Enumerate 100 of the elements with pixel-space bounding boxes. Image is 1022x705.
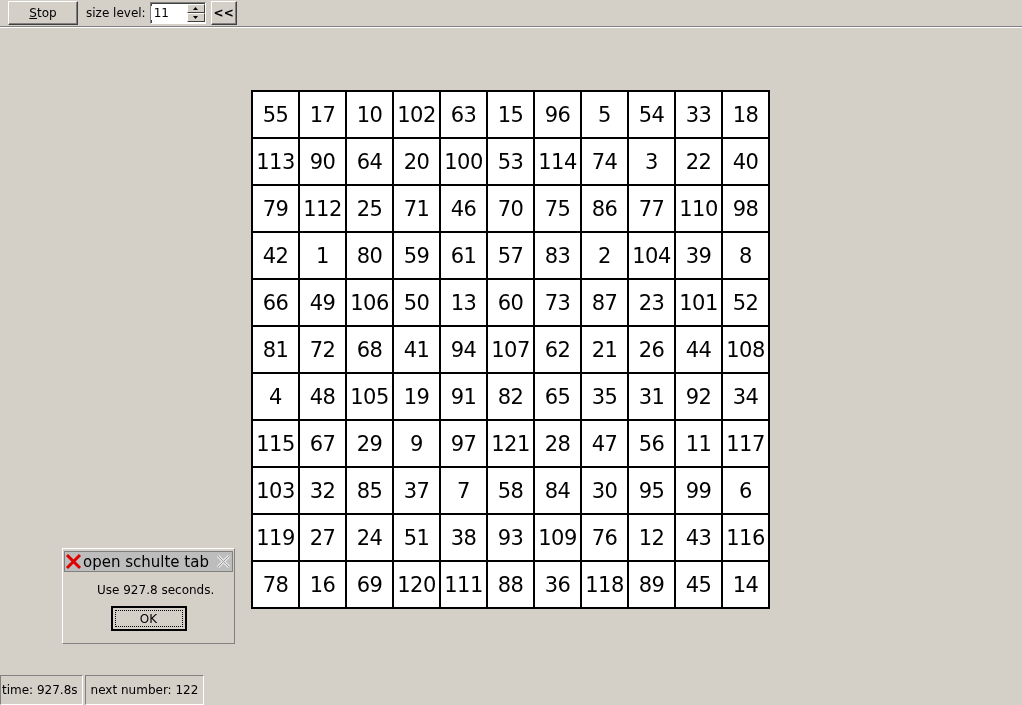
number-cell[interactable]: 2 <box>582 233 627 278</box>
number-cell[interactable]: 81 <box>253 327 298 372</box>
number-cell[interactable]: 31 <box>629 374 674 419</box>
number-cell[interactable]: 99 <box>676 468 721 513</box>
number-cell[interactable]: 68 <box>347 327 392 372</box>
number-cell[interactable]: 64 <box>347 139 392 184</box>
number-cell[interactable]: 40 <box>723 139 768 184</box>
number-cell[interactable]: 33 <box>676 92 721 137</box>
number-cell[interactable]: 100 <box>441 139 486 184</box>
number-cell[interactable]: 112 <box>300 186 345 231</box>
number-cell[interactable]: 66 <box>253 280 298 325</box>
number-cell[interactable]: 79 <box>253 186 298 231</box>
number-cell[interactable]: 105 <box>347 374 392 419</box>
number-cell[interactable]: 90 <box>300 139 345 184</box>
number-cell[interactable]: 8 <box>723 233 768 278</box>
number-cell[interactable]: 91 <box>441 374 486 419</box>
number-cell[interactable]: 103 <box>253 468 298 513</box>
number-cell[interactable]: 22 <box>676 139 721 184</box>
close-icon[interactable] <box>65 553 82 570</box>
size-level-spinbox[interactable]: 11 <box>149 2 206 24</box>
number-cell[interactable]: 41 <box>394 327 439 372</box>
number-cell[interactable]: 3 <box>629 139 674 184</box>
number-cell[interactable]: 16 <box>300 562 345 607</box>
number-cell[interactable]: 61 <box>441 233 486 278</box>
number-cell[interactable]: 5 <box>582 92 627 137</box>
number-cell[interactable]: 47 <box>582 421 627 466</box>
number-cell[interactable]: 118 <box>582 562 627 607</box>
up-arrow-icon[interactable] <box>193 7 199 10</box>
number-cell[interactable]: 13 <box>441 280 486 325</box>
number-cell[interactable]: 28 <box>535 421 580 466</box>
number-cell[interactable]: 94 <box>441 327 486 372</box>
number-cell[interactable]: 85 <box>347 468 392 513</box>
number-cell[interactable]: 78 <box>253 562 298 607</box>
number-cell[interactable]: 20 <box>394 139 439 184</box>
collapse-button[interactable]: << <box>210 1 237 25</box>
number-cell[interactable]: 18 <box>723 92 768 137</box>
number-cell[interactable]: 46 <box>441 186 486 231</box>
number-cell[interactable]: 4 <box>253 374 298 419</box>
number-cell[interactable]: 38 <box>441 515 486 560</box>
ok-button[interactable]: OK <box>110 606 187 631</box>
number-cell[interactable]: 50 <box>394 280 439 325</box>
number-cell[interactable]: 110 <box>676 186 721 231</box>
number-cell[interactable]: 101 <box>676 280 721 325</box>
number-cell[interactable]: 21 <box>582 327 627 372</box>
number-cell[interactable]: 53 <box>488 139 533 184</box>
number-cell[interactable]: 17 <box>300 92 345 137</box>
number-cell[interactable]: 11 <box>676 421 721 466</box>
number-cell[interactable]: 88 <box>488 562 533 607</box>
number-cell[interactable]: 71 <box>394 186 439 231</box>
number-cell[interactable]: 44 <box>676 327 721 372</box>
number-cell[interactable]: 120 <box>394 562 439 607</box>
number-cell[interactable]: 60 <box>488 280 533 325</box>
number-cell[interactable]: 75 <box>535 186 580 231</box>
number-cell[interactable]: 67 <box>300 421 345 466</box>
down-arrow-icon[interactable] <box>193 16 199 19</box>
number-cell[interactable]: 36 <box>535 562 580 607</box>
number-cell[interactable]: 116 <box>723 515 768 560</box>
number-cell[interactable]: 109 <box>535 515 580 560</box>
number-cell[interactable]: 6 <box>723 468 768 513</box>
number-cell[interactable]: 55 <box>253 92 298 137</box>
number-cell[interactable]: 48 <box>300 374 345 419</box>
number-cell[interactable]: 58 <box>488 468 533 513</box>
number-cell[interactable]: 108 <box>723 327 768 372</box>
number-cell[interactable]: 51 <box>394 515 439 560</box>
number-cell[interactable]: 82 <box>488 374 533 419</box>
number-cell[interactable]: 113 <box>253 139 298 184</box>
number-cell[interactable]: 114 <box>535 139 580 184</box>
number-cell[interactable]: 96 <box>535 92 580 137</box>
number-cell[interactable]: 10 <box>347 92 392 137</box>
number-cell[interactable]: 34 <box>723 374 768 419</box>
number-cell[interactable]: 32 <box>300 468 345 513</box>
number-cell[interactable]: 56 <box>629 421 674 466</box>
number-cell[interactable]: 74 <box>582 139 627 184</box>
number-cell[interactable]: 95 <box>629 468 674 513</box>
number-cell[interactable]: 42 <box>253 233 298 278</box>
number-cell[interactable]: 25 <box>347 186 392 231</box>
number-cell[interactable]: 43 <box>676 515 721 560</box>
number-cell[interactable]: 9 <box>394 421 439 466</box>
number-cell[interactable]: 29 <box>347 421 392 466</box>
number-cell[interactable]: 62 <box>535 327 580 372</box>
number-cell[interactable]: 57 <box>488 233 533 278</box>
number-cell[interactable]: 98 <box>723 186 768 231</box>
number-cell[interactable]: 83 <box>535 233 580 278</box>
number-cell[interactable]: 39 <box>676 233 721 278</box>
number-cell[interactable]: 15 <box>488 92 533 137</box>
number-cell[interactable]: 37 <box>394 468 439 513</box>
number-cell[interactable]: 80 <box>347 233 392 278</box>
number-cell[interactable]: 115 <box>253 421 298 466</box>
number-cell[interactable]: 104 <box>629 233 674 278</box>
number-cell[interactable]: 12 <box>629 515 674 560</box>
number-cell[interactable]: 30 <box>582 468 627 513</box>
number-cell[interactable]: 70 <box>488 186 533 231</box>
number-cell[interactable]: 121 <box>488 421 533 466</box>
number-cell[interactable]: 7 <box>441 468 486 513</box>
number-cell[interactable]: 19 <box>394 374 439 419</box>
number-cell[interactable]: 107 <box>488 327 533 372</box>
number-cell[interactable]: 93 <box>488 515 533 560</box>
number-cell[interactable]: 86 <box>582 186 627 231</box>
number-cell[interactable]: 27 <box>300 515 345 560</box>
number-cell[interactable]: 35 <box>582 374 627 419</box>
